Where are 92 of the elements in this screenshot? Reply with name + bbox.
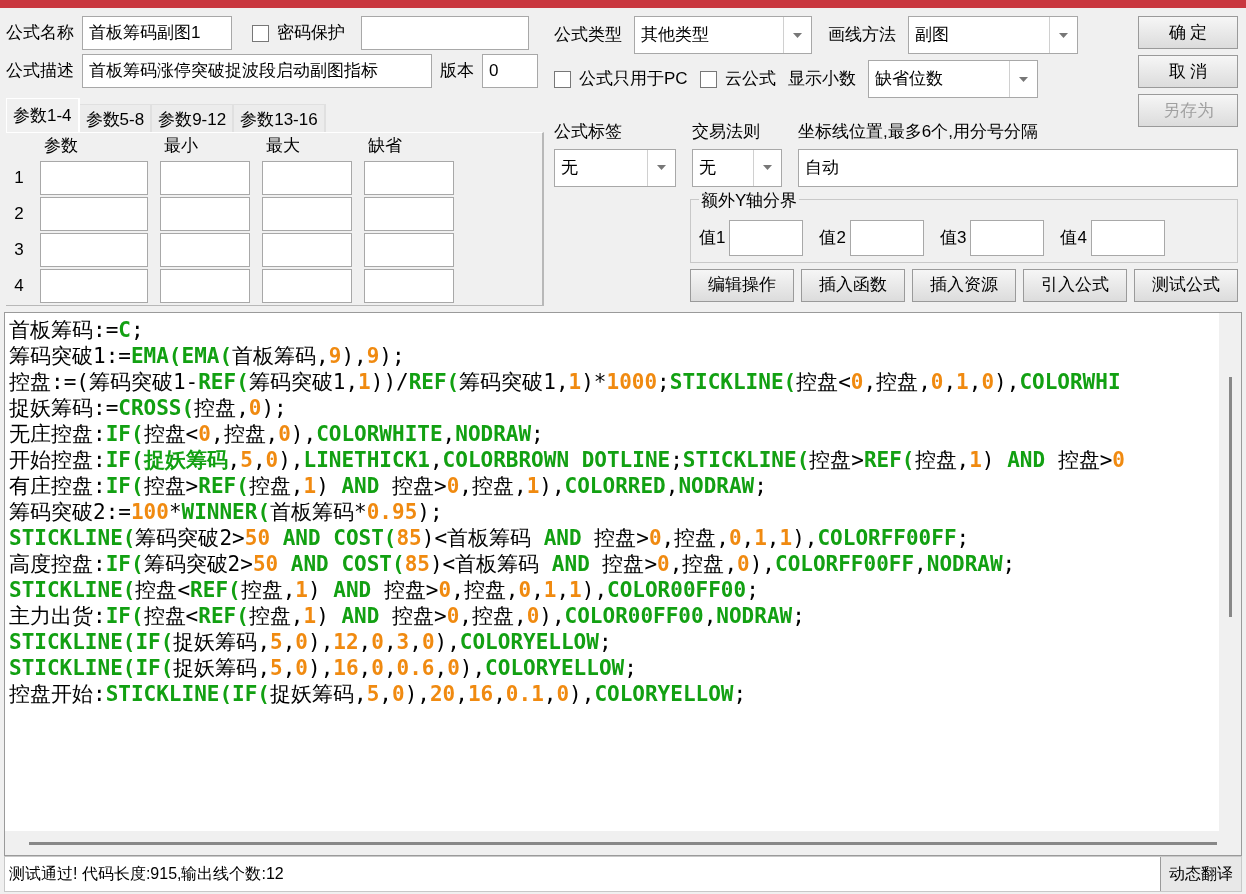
- vertical-scrollbar[interactable]: [1219, 313, 1241, 831]
- param-field[interactable]: [364, 196, 454, 231]
- translate-button[interactable]: 动态翻译: [1160, 857, 1241, 891]
- code-line: 捉妖筹码:=CROSS(控盘,0);: [9, 395, 287, 421]
- field-label: 公式描述: [6, 60, 74, 83]
- dialog-button[interactable]: 取 消: [1138, 55, 1238, 88]
- param-field[interactable]: [160, 160, 250, 195]
- row-number: 1: [13, 166, 25, 189]
- param-tab[interactable]: 参数13-16: [234, 104, 326, 132]
- row-number: 4: [13, 274, 25, 297]
- code-line: 有庄控盘:IF(控盘>REF(控盘,1) AND 控盘>0,控盘,1),COLORRED,NODRAW;: [9, 473, 767, 499]
- password-field[interactable]: [361, 16, 529, 50]
- param-field[interactable]: [160, 268, 250, 303]
- checkbox-label: 密码保护: [277, 22, 345, 45]
- dialog-button[interactable]: 测试公式: [1134, 268, 1238, 302]
- field-label: 坐标线位置,最多6个,用分号分隔: [798, 121, 1039, 143]
- decimals-dropdown[interactable]: 缺省位数: [867, 60, 1038, 98]
- status-message: 测试通过! 代码长度:915,输出线个数:12: [8, 864, 285, 884]
- value-field[interactable]: [1090, 219, 1165, 256]
- dialog-button[interactable]: 引入公式: [1023, 268, 1127, 302]
- param-tab[interactable]: 参数9-12: [152, 104, 235, 132]
- code-line: 控盘:=(筹码突破1-REF(筹码突破1,1))/REF(筹码突破1,1)*1000;STICKLINE(控盘<0,控盘,0,1,0),COLORWHI: [9, 369, 1121, 395]
- param-field[interactable]: [40, 232, 148, 267]
- dropdown-arrow-icon: [793, 32, 802, 38]
- column-header: 参数: [44, 136, 78, 155]
- dialog-button[interactable]: 插入函数: [801, 268, 905, 302]
- version-field[interactable]: 0: [482, 54, 538, 88]
- param-tab[interactable]: 参数1-4: [6, 98, 80, 132]
- type-dropdown[interactable]: 其他类型: [634, 16, 812, 54]
- field-label: 画线方法: [828, 24, 896, 47]
- code-line: 控盘开始:STICKLINE(IF(捉妖筹码,5,0),20,16,0.1,0),COLORYELLOW;: [9, 681, 747, 707]
- dialog-button[interactable]: 确 定: [1138, 16, 1238, 49]
- param-field[interactable]: [262, 232, 352, 267]
- checkbox-label: 云公式: [724, 68, 776, 91]
- dropdown-arrow-icon: [1059, 32, 1068, 38]
- checkbox[interactable]: [252, 24, 269, 42]
- code-line: STICKLINE(筹码突破2>50 AND COST(85)<首板筹码 AND 控盘>0,控盘,0,1,1),COLORFF00FF;: [9, 525, 970, 551]
- param-field[interactable]: [364, 160, 454, 195]
- param-field[interactable]: [40, 268, 148, 303]
- row-number: 2: [13, 202, 25, 225]
- field-label: 版本: [440, 60, 474, 83]
- code-line: 筹码突破2:=100*WINNER(首板筹码*0.95);: [9, 499, 443, 525]
- description-field[interactable]: 首板筹码涨停突破捉波段启动副图指标: [82, 54, 432, 88]
- param-tab[interactable]: 参数5-8: [79, 104, 153, 132]
- code-line: 筹码突破1:=EMA(EMA(首板筹码,9),9);: [9, 343, 405, 369]
- column-header: 最小: [164, 136, 198, 155]
- dropdown-arrow-icon: [1018, 76, 1028, 82]
- value-field[interactable]: [849, 219, 924, 256]
- field-label: 值2: [819, 226, 846, 249]
- code-line: 无庄控盘:IF(控盘<0,控盘,0),COLORWHITE,NODRAW;: [9, 421, 544, 447]
- code-line: STICKLINE(IF(捉妖筹码,5,0),16,0,0.6,0),COLORYELLOW;: [9, 655, 637, 681]
- code-line: STICKLINE(IF(捉妖筹码,5,0),12,0,3,0),COLORYELLOW;: [9, 629, 612, 655]
- param-field[interactable]: [364, 268, 454, 303]
- checkbox-label: 公式只用于PC: [579, 68, 688, 91]
- horizontal-scrollbar[interactable]: [5, 831, 1241, 855]
- code-line: 高度控盘:IF(筹码突破2>50 AND COST(85)<首板筹码 AND 控盘>0,控盘,0),COLORFF00FF,NODRAW;: [9, 551, 1016, 577]
- axis-field[interactable]: 自动: [798, 148, 1238, 187]
- param-field[interactable]: [160, 232, 250, 267]
- field-label: 公式标签: [554, 121, 623, 143]
- name-field[interactable]: 首板筹码副图1: [82, 16, 232, 50]
- dropdown-arrow-icon: [657, 165, 666, 170]
- dialog-button[interactable]: 编辑操作: [690, 268, 794, 302]
- param-field[interactable]: [262, 268, 352, 303]
- field-label: 值1: [699, 226, 726, 249]
- dialog-button[interactable]: 插入资源: [912, 268, 1016, 302]
- code-line: 首板筹码:=C;: [9, 317, 144, 343]
- dropdown-arrow-icon: [763, 165, 772, 170]
- param-field[interactable]: [160, 196, 250, 231]
- param-field[interactable]: [262, 196, 352, 231]
- value-field[interactable]: [729, 219, 804, 256]
- tag-dropdown[interactable]: 无: [554, 148, 676, 187]
- code-line: STICKLINE(控盘<REF(控盘,1) AND 控盘>0,控盘,0,1,1),COLOR00FF00;: [9, 577, 759, 603]
- field-label: 公式类型: [554, 24, 622, 47]
- column-header: 缺省: [368, 136, 402, 155]
- checkbox[interactable]: [699, 70, 717, 88]
- row-number: 3: [13, 238, 25, 261]
- param-field[interactable]: [364, 232, 454, 267]
- field-label: 值3: [939, 226, 967, 249]
- param-field[interactable]: [40, 160, 148, 195]
- value-field[interactable]: [970, 219, 1045, 256]
- field-label: 显示小数: [787, 68, 856, 91]
- checkbox[interactable]: [554, 70, 571, 88]
- column-header: 最大: [266, 136, 300, 155]
- field-label: 公式名称: [6, 22, 74, 45]
- code-line: 主力出货:IF(控盘<REF(控盘,1) AND 控盘>0,控盘,0),COLOR00FF00,NODRAW;: [9, 603, 805, 629]
- field-label: 值4: [1060, 226, 1087, 249]
- param-field[interactable]: [262, 160, 352, 195]
- draw-method-dropdown[interactable]: 副图: [908, 16, 1078, 54]
- param-field[interactable]: [40, 196, 148, 231]
- rule-dropdown[interactable]: 无: [692, 148, 782, 187]
- field-label: 交易法则: [692, 121, 761, 143]
- code-line: 开始控盘:IF(捉妖筹码,5,0),LINETHICK1,COLORBROWN DOTLINE;STICKLINE(控盘>REF(控盘,1) AND 控盘>0: [9, 447, 1125, 473]
